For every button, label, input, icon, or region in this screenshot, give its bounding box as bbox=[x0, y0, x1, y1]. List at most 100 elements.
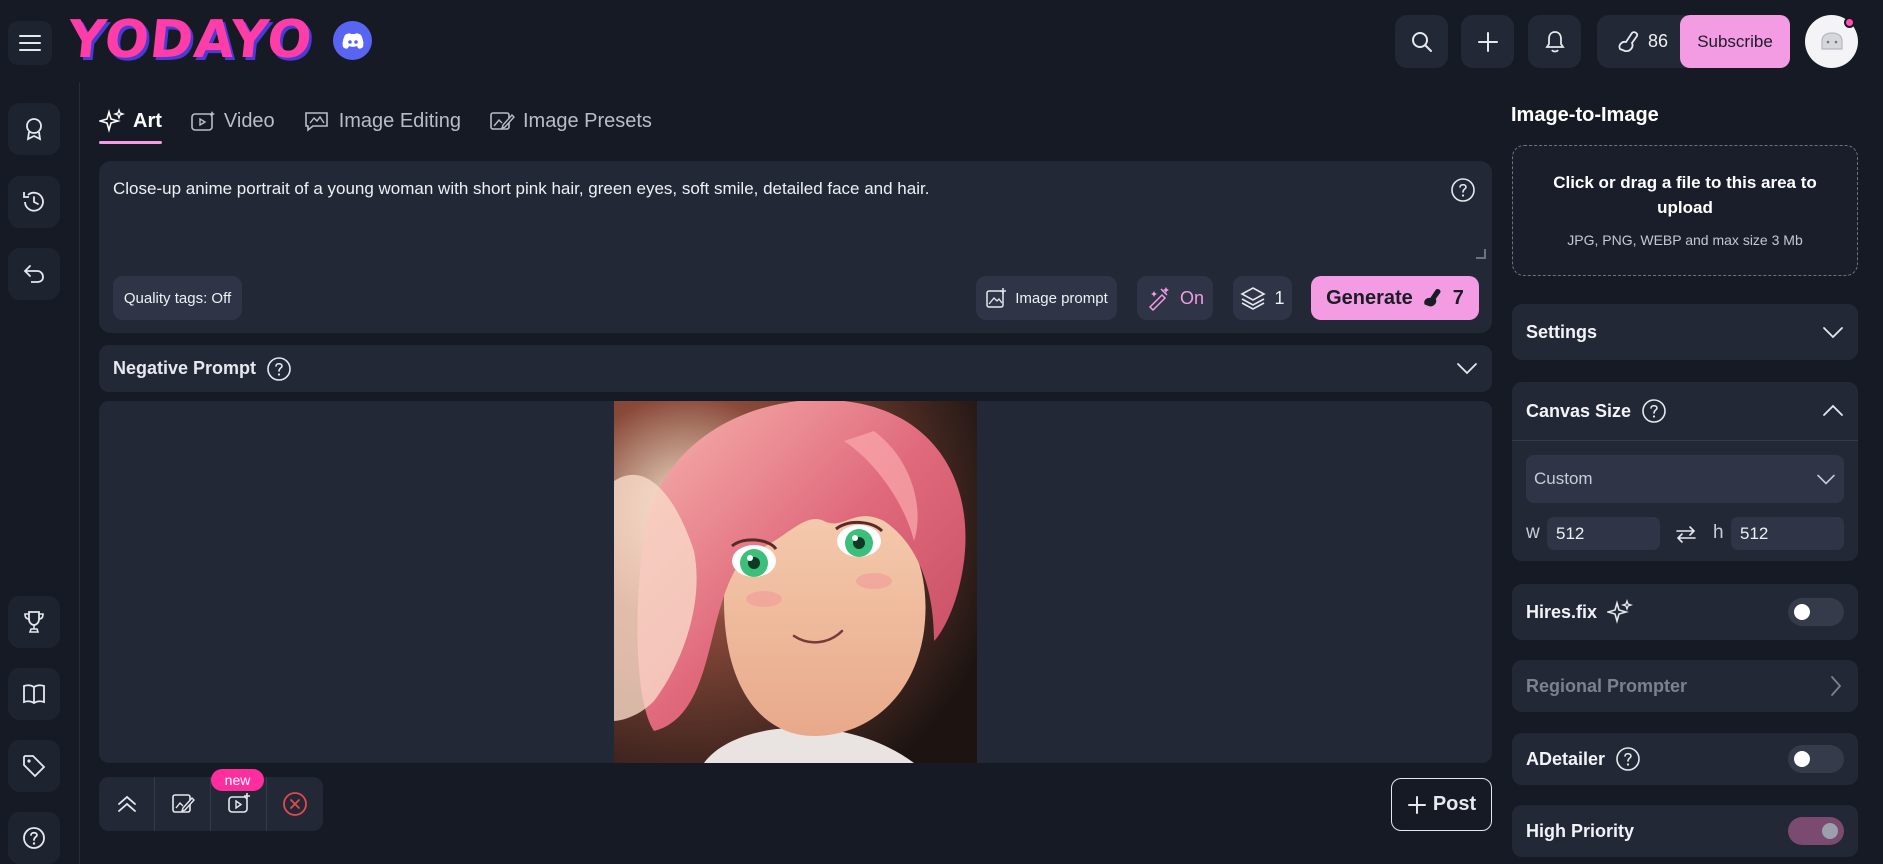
help-icon bbox=[1451, 178, 1475, 202]
help-icon[interactable] bbox=[266, 356, 292, 382]
sidebar-item-undo[interactable] bbox=[8, 248, 60, 300]
image-edit-icon bbox=[304, 112, 328, 132]
canvas-size-panel: Canvas Size Custom w 512 h 512 bbox=[1512, 382, 1858, 561]
credits-count: 86 bbox=[1647, 31, 1669, 51]
image-plus-icon bbox=[986, 288, 1007, 308]
tab-label: Image Editing bbox=[338, 109, 461, 132]
sidebar-item-help[interactable] bbox=[8, 812, 60, 864]
height-label: h bbox=[1713, 522, 1724, 543]
canvas-toolbar bbox=[99, 777, 323, 831]
sidebar-item-guides[interactable] bbox=[8, 668, 60, 720]
create-button[interactable] bbox=[1461, 15, 1514, 68]
enhance-toggle[interactable]: On bbox=[1137, 276, 1213, 320]
result-canvas bbox=[99, 401, 1492, 763]
quality-tags-label: Quality tags: Off bbox=[123, 289, 232, 307]
sidebar-item-badge[interactable] bbox=[8, 103, 60, 155]
clear-button[interactable] bbox=[267, 777, 323, 831]
divider bbox=[1512, 440, 1858, 441]
edit-image-button[interactable] bbox=[155, 777, 211, 831]
sparkles-icon bbox=[1607, 599, 1634, 624]
sidebar-item-trophy[interactable] bbox=[8, 596, 60, 648]
hires-fix-panel: Hires.fix bbox=[1512, 584, 1858, 640]
canvas-size-select[interactable]: Custom bbox=[1526, 455, 1844, 503]
width-label: w bbox=[1526, 522, 1540, 543]
sidebar-item-tags[interactable] bbox=[8, 740, 60, 792]
help-icon[interactable] bbox=[1615, 746, 1641, 772]
chevron-up-icon bbox=[1823, 404, 1843, 416]
swap-icon bbox=[1676, 526, 1696, 543]
generated-image[interactable] bbox=[614, 401, 977, 763]
regional-prompter-label: Regional Prompter bbox=[1526, 675, 1688, 696]
adetailer-toggle[interactable] bbox=[1788, 745, 1844, 773]
book-icon bbox=[23, 684, 45, 705]
enhance-label: On bbox=[1179, 287, 1204, 308]
hires-fix-label: Hires.fix bbox=[1526, 601, 1598, 622]
menu-icon bbox=[19, 35, 41, 51]
high-priority-toggle[interactable] bbox=[1788, 817, 1844, 845]
tab-art[interactable]: Art bbox=[99, 100, 162, 144]
plus-icon bbox=[1477, 31, 1498, 52]
height-input[interactable]: 512 bbox=[1731, 517, 1844, 550]
adetailer-panel: ADetailer bbox=[1512, 733, 1858, 785]
prompt-input[interactable]: Close-up anime portrait of a young woman… bbox=[113, 177, 1413, 201]
notification-dot bbox=[1844, 17, 1855, 28]
chevron-down-icon bbox=[1457, 363, 1477, 375]
image-to-image-title: Image-to-Image bbox=[1511, 104, 1659, 126]
negative-prompt-header[interactable]: Negative Prompt bbox=[99, 345, 1492, 392]
tab-image-editing[interactable]: Image Editing bbox=[303, 100, 461, 142]
tag-icon bbox=[23, 755, 46, 778]
batch-count-button[interactable]: 1 bbox=[1233, 276, 1292, 320]
help-icon[interactable] bbox=[1641, 398, 1667, 424]
sparkles-icon bbox=[99, 108, 125, 133]
preset-icon bbox=[490, 112, 515, 130]
generate-button[interactable]: Generate 7 bbox=[1311, 276, 1479, 320]
close-circle-icon bbox=[283, 792, 307, 816]
top-bar: YODAYO 86 Subscribe bbox=[0, 0, 1883, 82]
post-button[interactable]: Post bbox=[1391, 778, 1492, 831]
undo-icon bbox=[23, 265, 44, 283]
upload-formats: JPG, PNG, WEBP and max size 3 Mb bbox=[1567, 232, 1803, 248]
prompt-help-button[interactable] bbox=[1450, 177, 1476, 203]
tab-video[interactable]: Video bbox=[190, 100, 275, 142]
sidebar-item-history[interactable] bbox=[8, 176, 60, 228]
canvas-size-header[interactable]: Canvas Size bbox=[1512, 382, 1858, 440]
double-chevron-up-icon bbox=[117, 795, 136, 812]
history-icon bbox=[23, 191, 44, 212]
high-priority-panel: High Priority bbox=[1512, 805, 1858, 857]
plus-icon bbox=[1407, 795, 1426, 814]
canvas-size-label: Canvas Size bbox=[1526, 400, 1632, 421]
tab-label: Image Presets bbox=[522, 109, 652, 132]
notifications-button[interactable] bbox=[1528, 15, 1581, 68]
logo[interactable]: YODAYO bbox=[65, 10, 316, 70]
new-badge: new bbox=[211, 769, 264, 791]
generate-label: Generate bbox=[1326, 286, 1413, 309]
resize-handle[interactable] bbox=[1476, 249, 1486, 259]
tab-image-presets[interactable]: Image Presets bbox=[489, 100, 652, 142]
coin-icon bbox=[1618, 30, 1639, 52]
hires-fix-toggle[interactable] bbox=[1788, 598, 1844, 626]
regional-prompter-panel[interactable]: Regional Prompter bbox=[1512, 660, 1858, 712]
badge-icon bbox=[26, 118, 42, 141]
settings-panel[interactable]: Settings bbox=[1512, 304, 1858, 360]
search-button[interactable] bbox=[1395, 15, 1448, 68]
quality-tags-toggle[interactable]: Quality tags: Off bbox=[113, 276, 242, 320]
magic-brush-icon bbox=[1148, 287, 1169, 311]
subscribe-button[interactable]: Subscribe bbox=[1680, 15, 1790, 68]
generate-cost: 7 bbox=[1452, 286, 1464, 309]
avatar-icon bbox=[1820, 31, 1843, 50]
image-prompt-button[interactable]: Image prompt bbox=[976, 276, 1117, 320]
left-sidebar bbox=[0, 82, 80, 864]
menu-button[interactable] bbox=[8, 21, 52, 65]
discord-button[interactable] bbox=[333, 21, 372, 60]
width-input[interactable]: 512 bbox=[1547, 517, 1660, 550]
bell-icon bbox=[1544, 30, 1565, 52]
trophy-icon bbox=[24, 611, 44, 633]
scroll-up-button[interactable] bbox=[99, 777, 155, 831]
upload-dropzone[interactable]: Click or drag a file to this area to upl… bbox=[1512, 145, 1858, 276]
chevron-down-icon bbox=[1817, 474, 1835, 485]
credits-button[interactable]: 86 bbox=[1597, 15, 1687, 68]
upload-instructions: Click or drag a file to this area to upl… bbox=[1553, 173, 1817, 217]
video-icon bbox=[191, 111, 215, 131]
swap-dimensions-button[interactable] bbox=[1674, 523, 1698, 550]
adetailer-label: ADetailer bbox=[1526, 748, 1606, 769]
